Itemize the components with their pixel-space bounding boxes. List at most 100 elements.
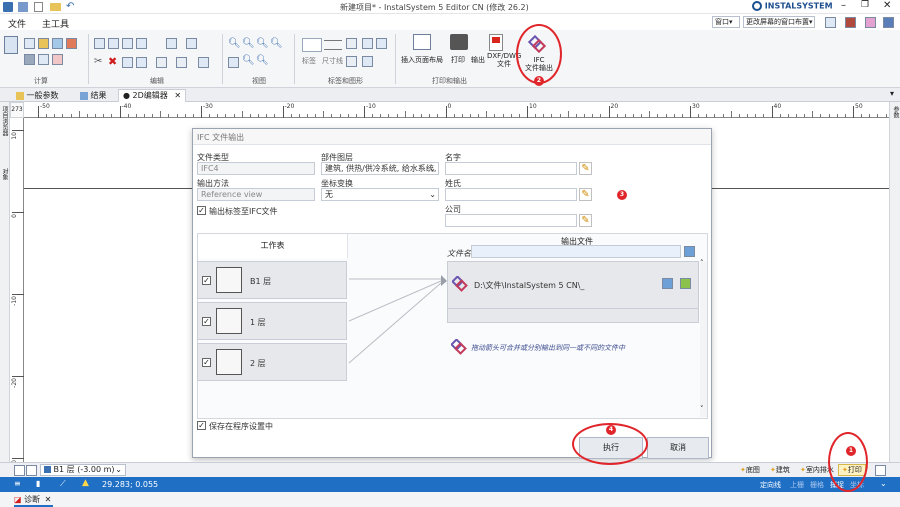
output-method-field[interactable]: Reference view	[197, 188, 315, 201]
edit-icon-a[interactable]	[122, 57, 133, 68]
insert-layout-button[interactable]: 插入页面布局	[401, 55, 443, 65]
calc-icon-3[interactable]	[52, 38, 63, 49]
undo-icon[interactable]: ↶	[66, 1, 74, 12]
scroll-down-icon[interactable]: ˅	[700, 405, 704, 413]
annot-icon-b[interactable]	[362, 38, 373, 49]
file-type-field[interactable]: IFC4	[197, 162, 315, 175]
annot-icon-a[interactable]	[346, 38, 357, 49]
sheet-tab-base[interactable]: ✦底图	[740, 465, 760, 475]
align-icon[interactable]	[186, 38, 197, 49]
status-upper-grid[interactable]: 上栅	[790, 480, 804, 490]
execute-button[interactable]: 执行	[579, 437, 643, 459]
sheet-item-2[interactable]: ✓ 2 层	[197, 343, 347, 381]
floor-select[interactable]: B1 层 (-3.00 m) ⌄	[40, 464, 126, 476]
coordinate-transform-select[interactable]: 无 ⌄	[321, 188, 439, 201]
status-expand-icon[interactable]: ⌄	[880, 479, 887, 488]
sheet-up-icon[interactable]	[14, 465, 25, 476]
cancel-button[interactable]: 取消	[647, 437, 709, 459]
new-file-icon[interactable]	[34, 2, 43, 12]
dimension-tool-icon[interactable]	[324, 40, 342, 50]
ifc-export-button[interactable]: IFC 文件输出	[524, 56, 554, 72]
edit-company-pencil-icon[interactable]: ✎	[579, 214, 592, 227]
view-icon-a[interactable]	[228, 57, 239, 68]
output-file-item[interactable]: D:\文件\InstalSystem 5 CN\_	[447, 261, 699, 323]
text-icon[interactable]	[198, 57, 209, 68]
tab-results[interactable]: 结果	[80, 90, 107, 101]
save-icon[interactable]	[3, 2, 13, 12]
sheet-checkbox[interactable]: ✓	[202, 276, 211, 285]
edit-icon-b[interactable]	[136, 57, 147, 68]
status-coords[interactable]: 坐标	[850, 480, 864, 490]
cut-icon[interactable]	[122, 38, 133, 49]
project-browser-panel-tab[interactable]: 项目浏览器	[1, 106, 9, 136]
ifc-export-icon[interactable]	[528, 35, 546, 53]
mapping-scrollbar[interactable]: ˄ ˅	[700, 259, 707, 417]
status-grid[interactable]: 栅格	[810, 480, 824, 490]
edit-name-pencil-icon[interactable]: ✎	[579, 162, 592, 175]
tab-dropdown-icon[interactable]: ▾	[890, 89, 894, 98]
layout-icon[interactable]	[825, 17, 836, 28]
diagnostics-tab[interactable]: ◪ 诊断 ✕	[14, 494, 54, 507]
tab-2d-editor[interactable]: ● 2D编辑器 ✕	[118, 89, 187, 102]
filename-input[interactable]	[471, 245, 681, 258]
preview-icon[interactable]	[662, 278, 673, 289]
label-tool-icon[interactable]	[302, 38, 322, 52]
paste-icon[interactable]	[108, 38, 119, 49]
diagnostics-close-icon[interactable]: ✕	[45, 495, 52, 504]
objects-panel-tab[interactable]: 对象	[1, 168, 9, 180]
scroll-up-icon[interactable]: ˄	[700, 259, 704, 267]
calc-icon-2[interactable]	[38, 38, 49, 49]
undo-edit-icon[interactable]	[136, 38, 147, 49]
insert-layout-icon[interactable]	[413, 34, 431, 50]
calc-icon-4[interactable]	[66, 38, 77, 49]
zoom-next-icon[interactable]: 🔍︎	[256, 55, 269, 66]
browse-folder-icon[interactable]	[684, 246, 695, 257]
sheet-tab-drainage[interactable]: ✦室内排水	[800, 465, 834, 475]
help-icon[interactable]	[865, 17, 876, 28]
theme-icon[interactable]	[845, 17, 856, 28]
table-icon[interactable]	[4, 36, 18, 54]
close-icon[interactable]: ✕	[883, 0, 891, 11]
open-folder-icon[interactable]	[680, 278, 691, 289]
surname-input[interactable]	[445, 188, 577, 201]
name-input[interactable]	[445, 162, 577, 175]
dxf-file-icon[interactable]	[489, 34, 503, 51]
dxf-export-button[interactable]: DXF/DWG 文件	[487, 52, 521, 68]
annot-icon-d[interactable]	[346, 56, 357, 67]
zoom-fit-icon[interactable]: 🔍︎	[256, 38, 269, 49]
edit-surname-pencil-icon[interactable]: ✎	[579, 188, 592, 201]
sheet-tab-building[interactable]: ✦建筑	[770, 465, 790, 475]
sheet-item-b1[interactable]: ✓ B1 层	[197, 261, 347, 299]
label-tool[interactable]: 标签	[302, 56, 316, 66]
calc-icon-5[interactable]	[24, 54, 35, 65]
zoom-out-icon[interactable]: 🔍︎	[242, 38, 255, 49]
window-dropdown[interactable]: 窗口▾	[712, 16, 740, 28]
edit-icon-d[interactable]	[176, 57, 187, 68]
dimension-tool[interactable]: 尺寸线	[322, 56, 343, 66]
layout-dropdown[interactable]: 更改屏幕的窗口布置▾	[743, 16, 815, 28]
sheet-item-1[interactable]: ✓ 1 层	[197, 302, 347, 340]
zoom-prev-icon[interactable]: 🔍︎	[242, 55, 255, 66]
component-layer-select[interactable]: 建筑, 供热/供冷系统, 给水系统, 逢 ⌄	[321, 162, 439, 175]
tab-general-params[interactable]: 一般参数	[16, 90, 59, 101]
parameters-panel-tab[interactable]: 参数	[891, 106, 900, 118]
status-mode-icon[interactable]: ▮	[36, 479, 40, 488]
sheet-checkbox[interactable]: ✓	[202, 358, 211, 367]
printer-icon[interactable]	[450, 34, 468, 50]
settings-icon[interactable]	[883, 17, 894, 28]
status-orientation[interactable]: 定向线	[760, 480, 781, 490]
status-menu-icon[interactable]: ≡	[14, 479, 21, 488]
annot-icon-c[interactable]	[376, 38, 387, 49]
company-input[interactable]	[445, 214, 577, 227]
warning-icon[interactable]: ▲	[82, 478, 89, 488]
print-button[interactable]: 打印	[451, 55, 465, 65]
tab-close-icon[interactable]: ✕	[174, 91, 181, 100]
scissors-icon[interactable]: ✂	[94, 56, 102, 67]
move-icon[interactable]	[166, 38, 177, 49]
status-snap[interactable]: 捕捉	[830, 480, 844, 490]
save-settings-checkbox[interactable]: ✓	[197, 421, 206, 430]
annot-icon-e[interactable]	[362, 56, 373, 67]
minimize-icon[interactable]: –	[841, 0, 846, 11]
sheet-checkbox[interactable]: ✓	[202, 317, 211, 326]
sheet-down-icon[interactable]	[26, 465, 37, 476]
